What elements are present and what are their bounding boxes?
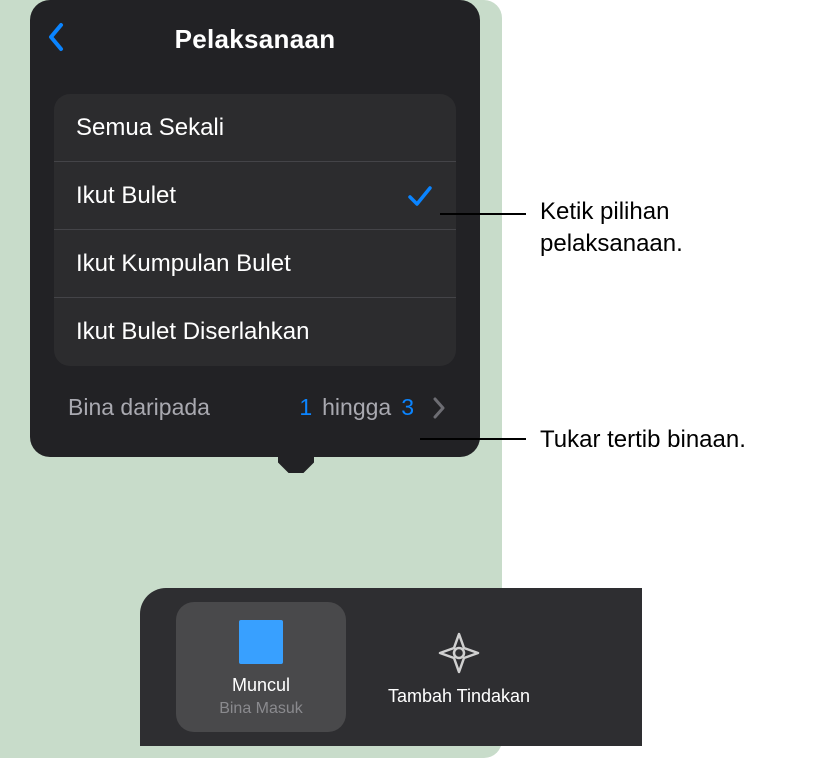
callout-line (420, 438, 526, 440)
add-action-thumb[interactable]: Tambah Tindakan (374, 602, 544, 732)
option-label: Ikut Kumpulan Bulet (76, 250, 291, 278)
thumb-title: Muncul (232, 675, 290, 696)
chevron-right-icon (432, 397, 446, 419)
build-separator: hingga (322, 394, 391, 421)
option-by-bullet-group[interactable]: Ikut Kumpulan Bulet (54, 230, 456, 298)
appear-icon (236, 617, 286, 667)
checkmark-icon (406, 182, 434, 210)
build-from-number: 1 (299, 394, 312, 421)
build-to-number: 3 (401, 394, 414, 421)
build-thumb-appear[interactable]: Muncul Bina Masuk (176, 602, 346, 732)
delivery-options-list: Semua Sekali Ikut Bulet Ikut Kumpulan Bu… (54, 94, 456, 366)
thumb-subtitle: Bina Masuk (219, 700, 303, 718)
build-from-values: 1 hingga 3 (299, 394, 446, 421)
chevron-left-icon (44, 20, 68, 54)
build-from-label: Bina daripada (68, 394, 210, 421)
popover-header: Pelaksanaan (30, 18, 480, 64)
popover-arrow (278, 455, 314, 473)
callout-line (440, 213, 526, 215)
option-by-bullet[interactable]: Ikut Bulet (54, 162, 456, 230)
thumb-title: Tambah Tindakan (388, 686, 530, 707)
option-all-at-once[interactable]: Semua Sekali (54, 94, 456, 162)
target-icon (434, 628, 484, 678)
option-label: Semua Sekali (76, 114, 224, 142)
option-by-highlighted-bullet[interactable]: Ikut Bulet Diserlahkan (54, 298, 456, 366)
option-label: Ikut Bulet (76, 182, 176, 210)
option-label: Ikut Bulet Diserlahkan (76, 318, 309, 346)
build-order-bar: Muncul Bina Masuk Tambah Tindakan (140, 588, 642, 746)
back-button[interactable] (44, 20, 68, 54)
popover-title: Pelaksanaan (175, 24, 336, 59)
callout-order: Tukar tertib binaan. (540, 424, 746, 456)
slide-canvas: Pelaksanaan Semua Sekali Ikut Bulet Ikut… (0, 0, 502, 758)
delivery-popover: Pelaksanaan Semua Sekali Ikut Bulet Ikut… (30, 0, 480, 457)
build-from-row[interactable]: Bina daripada 1 hingga 3 (54, 394, 456, 427)
callout-delivery: Ketik pilihan pelaksanaan. (540, 196, 683, 261)
